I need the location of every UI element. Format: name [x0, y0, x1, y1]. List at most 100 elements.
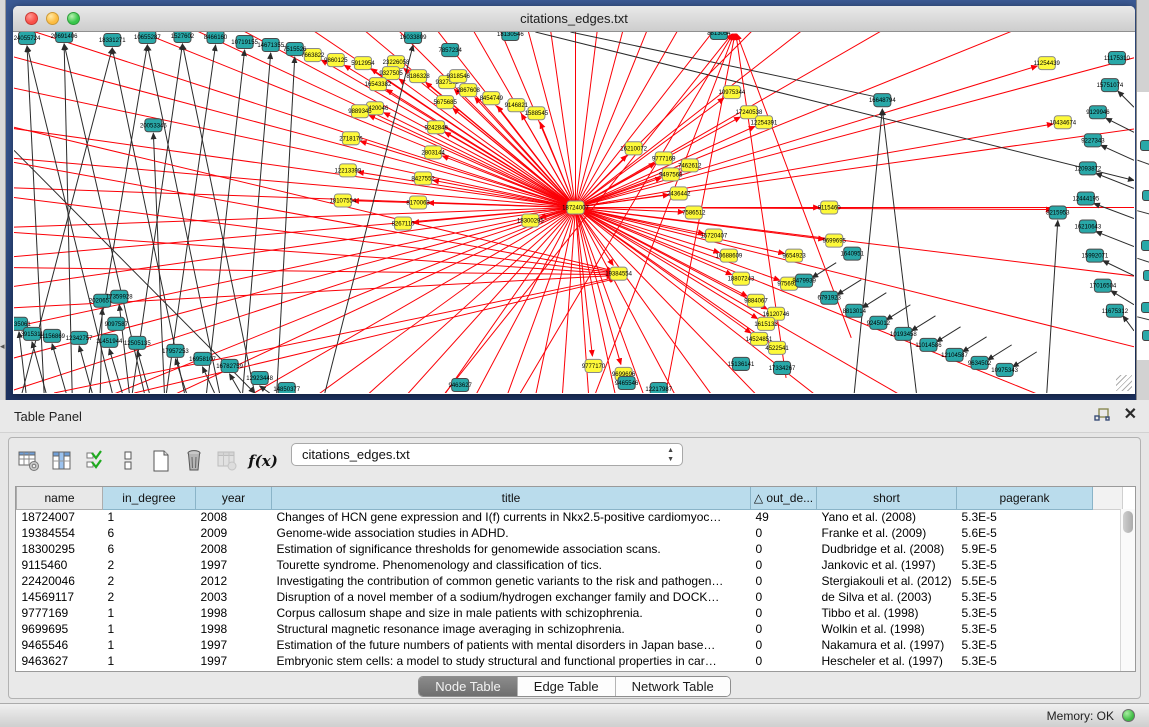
graph-node-label: 9654923: [782, 254, 806, 260]
window-titlebar[interactable]: citations_edges.txt: [13, 6, 1135, 32]
graph-edge[interactable]: [1106, 118, 1134, 132]
graph-node-label: 8813014: [843, 309, 867, 315]
graph-edge[interactable]: [19, 332, 26, 393]
graph-node-label: 17016504: [1090, 284, 1117, 290]
column-header-year[interactable]: year: [196, 487, 272, 509]
graph-edge[interactable]: [576, 32, 996, 207]
graph-edge[interactable]: [1047, 221, 1058, 393]
table-row[interactable]: 1938455462009Genome-wide association stu…: [17, 525, 1123, 541]
graph-edge[interactable]: [1111, 291, 1134, 305]
graph-edge[interactable]: [576, 32, 1113, 207]
graph-edge[interactable]: [963, 337, 987, 352]
graph-edge[interactable]: [576, 207, 1134, 372]
graph-edge[interactable]: [862, 293, 886, 308]
graph-edge[interactable]: [182, 44, 254, 393]
tab-edge-table[interactable]: Edge Table: [518, 677, 616, 696]
graph-node-label: 16033809: [400, 35, 427, 41]
graph-edge[interactable]: [369, 115, 575, 207]
table-row[interactable]: 946554611997Estimation of the future num…: [17, 637, 1123, 653]
graph-edge[interactable]: [596, 34, 734, 393]
close-panel-icon[interactable]: ✕: [1124, 407, 1137, 423]
graph-node-label: 9463627: [449, 383, 473, 389]
table-row[interactable]: 1456911722003Disruption of a novel membe…: [17, 589, 1123, 605]
function-builder-icon[interactable]: f(x): [246, 447, 280, 475]
row-height-icon[interactable]: [114, 447, 142, 475]
column-header-in_degree[interactable]: in_degree: [103, 487, 196, 509]
node-table: namein_degreeyeartitle△ out_de...shortpa…: [15, 486, 1136, 672]
tab-network-table[interactable]: Network Table: [616, 677, 730, 696]
panel-collapse-arrow-icon[interactable]: ◂: [0, 341, 5, 352]
column-header-title[interactable]: title: [272, 487, 751, 509]
graph-node-label: 8215953: [1046, 211, 1070, 217]
graph-edge[interactable]: [175, 359, 186, 393]
table-cell: 6: [103, 541, 196, 557]
graph-edge[interactable]: [1013, 352, 1037, 367]
graph-edge[interactable]: [52, 344, 66, 393]
graph-edge[interactable]: [14, 207, 576, 302]
table-row[interactable]: 911546021997Tourette syndrome. Phenomeno…: [17, 557, 1123, 573]
table-scrollbar[interactable]: [1120, 509, 1135, 671]
graph-node-label: 18130546: [497, 32, 524, 38]
graph-edge[interactable]: [911, 316, 935, 331]
table-mode-icon[interactable]: [15, 447, 43, 475]
graph-edge[interactable]: [207, 50, 245, 393]
table-cell: 5.3E-5: [957, 637, 1093, 653]
graph-node-label: 2803144: [421, 150, 445, 156]
table-cell: 0: [751, 589, 817, 605]
graph-edge[interactable]: [1103, 261, 1134, 276]
graph-edge[interactable]: [14, 150, 255, 393]
column-header-pagerank[interactable]: pagerank: [957, 487, 1093, 509]
column-header-name[interactable]: name: [17, 487, 103, 509]
graph-edge[interactable]: [1123, 316, 1134, 331]
graph-node-label: 8267110: [392, 222, 416, 228]
network-desktop: citations_edges.txt 1872400776: [0, 0, 1149, 400]
graph-edge[interactable]: [1096, 232, 1134, 247]
graph-node-label: 14850377: [273, 387, 300, 393]
delete-table-icon[interactable]: [213, 447, 241, 475]
graph-edge[interactable]: [528, 207, 576, 393]
create-column-icon[interactable]: [147, 447, 175, 475]
table-selector-dropdown[interactable]: citations_edges.txt ▲▼: [291, 443, 683, 466]
table-scrollbar-thumb[interactable]: [1123, 511, 1133, 533]
table-row[interactable]: 946362711997Embryonic stem cells: a mode…: [17, 653, 1123, 669]
table-row[interactable]: 977716911998Corpus callosum shape and si…: [17, 605, 1123, 621]
graph-node-label: 12213399: [335, 168, 362, 174]
memory-status-indicator[interactable]: [1122, 709, 1135, 722]
table-cell: 6: [103, 525, 196, 541]
tab-node-table[interactable]: Node Table: [419, 677, 518, 696]
graph-edge[interactable]: [837, 280, 861, 295]
graph-edge[interactable]: [936, 327, 960, 342]
table-row[interactable]: 1872400712008Changes of HCN gene express…: [17, 509, 1123, 525]
graph-node-label: 17359928: [106, 295, 133, 301]
graph-node-label: 8479939: [792, 279, 816, 285]
table-panel-titlebar: Table Panel ✕: [0, 400, 1149, 433]
graph-edge[interactable]: [14, 207, 576, 266]
graph-edge[interactable]: [1118, 91, 1134, 107]
graph-edge[interactable]: [988, 345, 1012, 360]
column-header-filler: [1093, 487, 1123, 509]
graph-node-label: 9465546: [615, 381, 639, 387]
graph-edge[interactable]: [69, 207, 576, 393]
graph-edge[interactable]: [14, 233, 613, 274]
window-resize-grip[interactable]: [1116, 375, 1132, 391]
show-columns-icon[interactable]: [48, 447, 76, 475]
graph-edge[interactable]: [1101, 145, 1134, 160]
graph-node-label: 1588545: [525, 111, 549, 117]
graph-node-label: 16648794: [869, 98, 896, 104]
graph-edge[interactable]: [882, 109, 916, 393]
graph-edge[interactable]: [134, 279, 615, 393]
column-header-out_de[interactable]: △ out_de...: [751, 487, 817, 509]
select-columns-icon[interactable]: [81, 447, 109, 475]
graph-node-label: 2436442: [667, 191, 691, 197]
network-canvas[interactable]: 1872400776638229860125591295423226058932…: [14, 32, 1134, 393]
table-row[interactable]: 1830029562008Estimation of significance …: [17, 541, 1123, 557]
column-header-short[interactable]: short: [817, 487, 957, 509]
float-panel-icon[interactable]: [1094, 408, 1110, 422]
graph-edge[interactable]: [14, 197, 613, 272]
table-tabs: Node TableEdge TableNetwork Table: [9, 676, 1140, 697]
table-row[interactable]: 969969511998Structural magnetic resonanc…: [17, 621, 1123, 637]
table-row[interactable]: 2242004622012Investigating the contribut…: [17, 573, 1123, 589]
combo-arrows-icon: ▲▼: [667, 446, 674, 464]
delete-column-icon[interactable]: [180, 447, 208, 475]
graph-edge[interactable]: [1094, 203, 1134, 218]
